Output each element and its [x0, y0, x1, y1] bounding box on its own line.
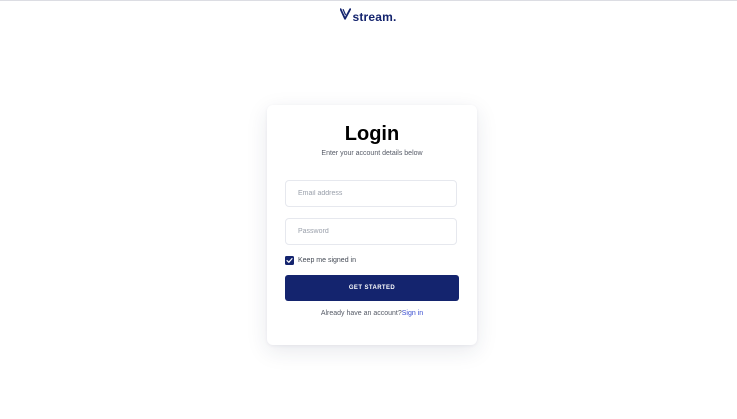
signin-prompt-text: Already have an account? — [320, 310, 402, 317]
top-divider — [0, 0, 737, 1]
v-logo-icon — [340, 8, 352, 24]
remember-me[interactable]: Keep me signed in — [285, 255, 356, 266]
brand-logo[interactable]: stream. — [0, 8, 737, 25]
remember-checkbox[interactable] — [285, 256, 294, 265]
signin-link[interactable]: Sign in — [402, 310, 423, 317]
login-card: Login Enter your account details below K… — [267, 105, 477, 345]
email-field[interactable] — [285, 180, 457, 207]
get-started-button[interactable]: GET STARTED — [285, 275, 459, 301]
password-field[interactable] — [285, 218, 457, 245]
page-title: Login — [344, 123, 400, 145]
page-subtitle: Enter your account details below — [321, 150, 423, 157]
remember-label: Keep me signed in — [298, 257, 356, 264]
checkmark-icon — [286, 258, 293, 263]
signin-prompt: Already have an account?Sign in — [267, 309, 477, 319]
brand-name: stream. — [352, 9, 397, 24]
